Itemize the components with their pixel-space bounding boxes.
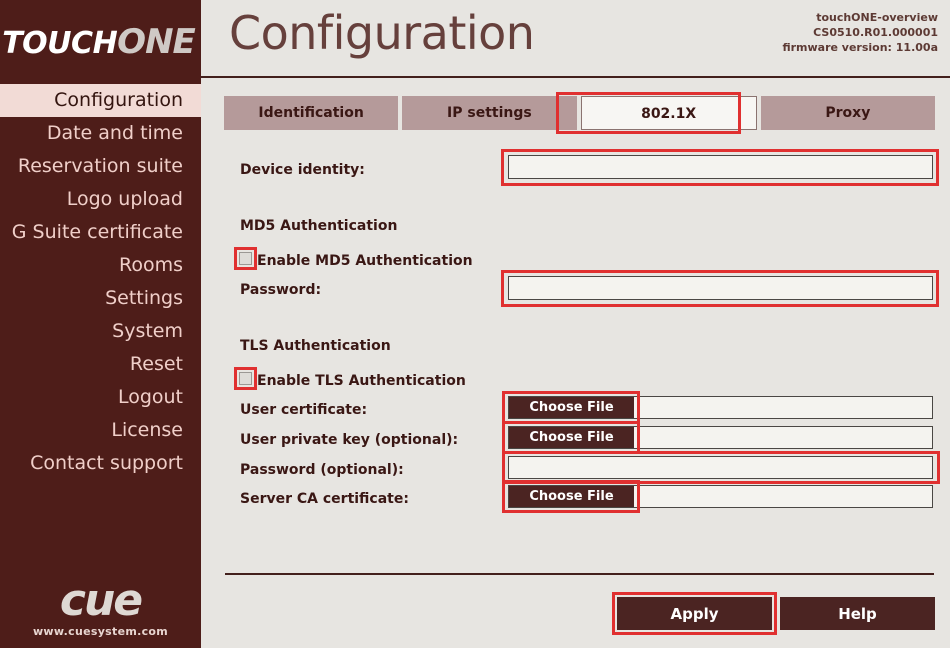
md5-password-label: Password: bbox=[240, 282, 322, 298]
device-info-block: touchONE-overview CS0510.R01.000001 firm… bbox=[782, 10, 938, 55]
sidebar-item-g-suite-certificate[interactable]: G Suite certificate bbox=[0, 216, 201, 249]
page-title: Configuration bbox=[229, 6, 535, 60]
user-private-key-choose-file-button[interactable]: Choose File bbox=[509, 427, 634, 448]
enable-tls-label: Enable TLS Authentication bbox=[257, 373, 466, 389]
sidebar-item-system[interactable]: System bbox=[0, 315, 201, 348]
enable-tls-checkbox[interactable] bbox=[239, 372, 252, 385]
device-name: touchONE-overview bbox=[816, 11, 938, 24]
device-identity-label: Device identity: bbox=[240, 162, 365, 178]
sidebar-item-settings[interactable]: Settings bbox=[0, 282, 201, 315]
user-private-key-label: User private key (optional): bbox=[240, 432, 459, 448]
md5-password-input[interactable] bbox=[508, 276, 933, 300]
logo-text: TOUCHONE bbox=[2, 22, 196, 62]
touchone-logo: TOUCHONE bbox=[0, 0, 201, 84]
enable-md5-checkbox[interactable] bbox=[239, 252, 252, 265]
cue-website-url: www.cuesystem.com bbox=[32, 625, 169, 638]
main-content: Identification IP settings 802.1X Proxy … bbox=[201, 80, 950, 648]
help-button[interactable]: Help bbox=[780, 597, 935, 630]
app-window: TOUCHONE Configuration Date and time Res… bbox=[0, 0, 950, 648]
enable-md5-label: Enable MD5 Authentication bbox=[257, 253, 473, 269]
sidebar-item-contact-support[interactable]: Contact support bbox=[0, 447, 201, 480]
tab-ip-settings[interactable]: IP settings bbox=[402, 96, 577, 130]
tls-section-heading: TLS Authentication bbox=[240, 338, 391, 354]
tls-password-input[interactable] bbox=[508, 456, 933, 479]
sidebar-item-reset[interactable]: Reset bbox=[0, 348, 201, 381]
logo-one-text: ONE bbox=[117, 22, 196, 62]
tab-identification[interactable]: Identification bbox=[224, 96, 399, 130]
apply-button[interactable]: Apply bbox=[617, 597, 772, 630]
tab-802-1x[interactable]: 802.1X bbox=[580, 96, 757, 130]
md5-section-heading: MD5 Authentication bbox=[240, 218, 398, 234]
server-ca-certificate-label: Server CA certificate: bbox=[240, 491, 409, 507]
sidebar-item-logout[interactable]: Logout bbox=[0, 381, 201, 414]
sidebar-item-license[interactable]: License bbox=[0, 414, 201, 447]
cue-branding: cue www.cuesystem.com bbox=[0, 575, 201, 639]
firmware-version: firmware version: 11.00a bbox=[782, 41, 938, 54]
page-header: Configuration touchONE-overview CS0510.R… bbox=[201, 0, 950, 78]
sidebar-item-logo-upload[interactable]: Logo upload bbox=[0, 183, 201, 216]
sidebar-item-date-and-time[interactable]: Date and time bbox=[0, 117, 201, 150]
tls-password-label: Password (optional): bbox=[240, 462, 404, 478]
sidebar-item-configuration[interactable]: Configuration bbox=[0, 84, 201, 117]
footer-divider bbox=[225, 573, 934, 575]
tab-proxy[interactable]: Proxy bbox=[760, 96, 935, 130]
logo-touch-text: TOUCH bbox=[2, 26, 118, 61]
sidebar: TOUCHONE Configuration Date and time Res… bbox=[0, 0, 201, 648]
device-id: CS0510.R01.000001 bbox=[813, 26, 938, 39]
user-certificate-choose-file-button[interactable]: Choose File bbox=[509, 397, 634, 418]
sidebar-nav: Configuration Date and time Reservation … bbox=[0, 84, 201, 480]
user-certificate-label: User certificate: bbox=[240, 402, 368, 418]
sidebar-item-rooms[interactable]: Rooms bbox=[0, 249, 201, 282]
tab-bar: Identification IP settings 802.1X Proxy bbox=[224, 96, 935, 130]
device-identity-input[interactable] bbox=[508, 155, 933, 179]
sidebar-item-reservation-suite[interactable]: Reservation suite bbox=[0, 150, 201, 183]
cue-logo: cue bbox=[59, 575, 143, 626]
server-ca-certificate-choose-file-button[interactable]: Choose File bbox=[509, 486, 634, 507]
